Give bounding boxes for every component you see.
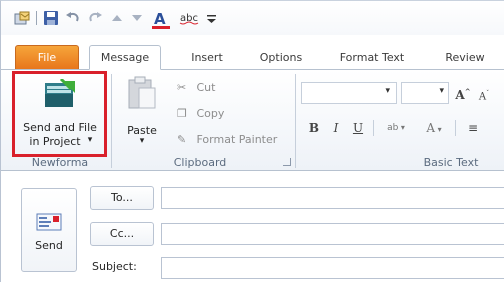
bullets-button[interactable]: ≡ xyxy=(463,118,483,138)
chevron-down-icon: ▾ xyxy=(87,135,93,145)
tab-insert[interactable]: Insert xyxy=(177,47,237,69)
ribbon-message: Send and File in Project ▾ Newforma Past… xyxy=(1,69,504,171)
send-and-file-icon xyxy=(43,77,77,109)
tab-format-text[interactable]: Format Text xyxy=(327,47,417,69)
tab-review[interactable]: Review xyxy=(433,47,497,69)
subject-field[interactable] xyxy=(161,257,504,279)
send-and-file-button[interactable]: Send and File in Project ▾ xyxy=(17,75,103,155)
cut-label: Cut xyxy=(196,81,216,94)
underline-button[interactable]: U xyxy=(349,118,367,138)
format-painter-label: Format Painter xyxy=(196,133,278,146)
grow-font-button[interactable]: A^ xyxy=(453,82,473,102)
chevron-down-icon: ▾ xyxy=(385,86,390,96)
paintbrush-icon: ✎ xyxy=(177,133,187,146)
paste-button[interactable]: Paste ▾ xyxy=(117,74,167,154)
copy-label: Copy xyxy=(196,107,225,120)
toolbar-separator xyxy=(36,11,37,25)
compose-header: Send To... Cc... Subject: xyxy=(1,172,504,282)
group-label-newforma: Newforma xyxy=(31,156,89,169)
font-size-combo[interactable]: ▾ xyxy=(401,82,449,104)
quick-access-toolbar: A abc xyxy=(1,1,504,35)
paste-dropdown-icon: ▾ xyxy=(139,136,145,146)
bold-button[interactable]: B xyxy=(305,118,323,138)
format-painter-button[interactable]: ✎ Format Painter xyxy=(177,130,293,150)
previous-item-icon[interactable] xyxy=(109,10,125,26)
send-and-file-label-line1: Send and File xyxy=(23,121,97,134)
copy-icon: ❐ xyxy=(177,107,187,120)
format-text-icon[interactable]: A xyxy=(151,10,173,29)
next-item-icon[interactable] xyxy=(129,10,145,26)
toolbar-separator xyxy=(455,120,456,136)
redo-icon[interactable] xyxy=(87,10,103,26)
group-divider xyxy=(295,74,296,168)
paste-icon xyxy=(127,76,157,113)
spelling-icon[interactable]: abc xyxy=(179,10,207,26)
undo-icon[interactable] xyxy=(65,10,81,26)
group-label-clipboard: Clipboard xyxy=(173,156,227,169)
tab-file[interactable]: File xyxy=(15,45,79,69)
to-button[interactable]: To... xyxy=(90,186,154,210)
send-label: Send xyxy=(35,239,63,252)
outlook-message-window: A abc File Message Insert Options Format… xyxy=(0,0,504,282)
copy-button[interactable]: ❐ Copy xyxy=(177,104,249,124)
svg-text:A: A xyxy=(154,10,166,28)
chevron-down-icon: ▾ xyxy=(398,123,405,132)
cc-button[interactable]: Cc... xyxy=(90,222,154,246)
envelope-icon xyxy=(36,213,62,234)
save-icon[interactable] xyxy=(43,10,59,26)
cc-field[interactable] xyxy=(161,223,504,245)
customize-toolbar-icon[interactable] xyxy=(205,10,219,26)
tab-options[interactable]: Options xyxy=(249,47,313,69)
list-icon: ≡ xyxy=(467,121,479,135)
font-color-icon: A xyxy=(426,121,436,135)
shrink-font-button[interactable]: Aˇ xyxy=(475,84,493,104)
highlight-color-button[interactable]: ab ▾ xyxy=(379,118,413,138)
send-button[interactable]: Send xyxy=(21,188,77,272)
group-label-basic-text: Basic Text xyxy=(423,156,479,169)
cut-button[interactable]: ✂ Cut xyxy=(177,78,249,98)
toolbar-separator xyxy=(373,120,374,136)
to-field[interactable] xyxy=(161,187,504,209)
subject-label: Subject: xyxy=(92,260,137,273)
chevron-down-icon: ▾ xyxy=(435,125,442,134)
font-color-button[interactable]: A ▾ xyxy=(417,118,451,138)
chevron-down-icon: ▾ xyxy=(439,86,444,96)
italic-button[interactable]: I xyxy=(327,118,345,138)
highlighter-icon: ab xyxy=(387,123,399,133)
scissors-icon: ✂ xyxy=(177,81,187,94)
send-and-file-label-line2: in Project xyxy=(29,135,81,148)
group-divider xyxy=(111,74,112,168)
tab-message[interactable]: Message xyxy=(89,45,161,70)
font-name-combo[interactable]: ▾ xyxy=(301,82,397,104)
dialog-launcher-icon[interactable] xyxy=(283,158,291,166)
ribbon-tab-strip: File Message Insert Options Format Text … xyxy=(1,35,504,70)
outlook-app-icon[interactable] xyxy=(14,10,30,26)
